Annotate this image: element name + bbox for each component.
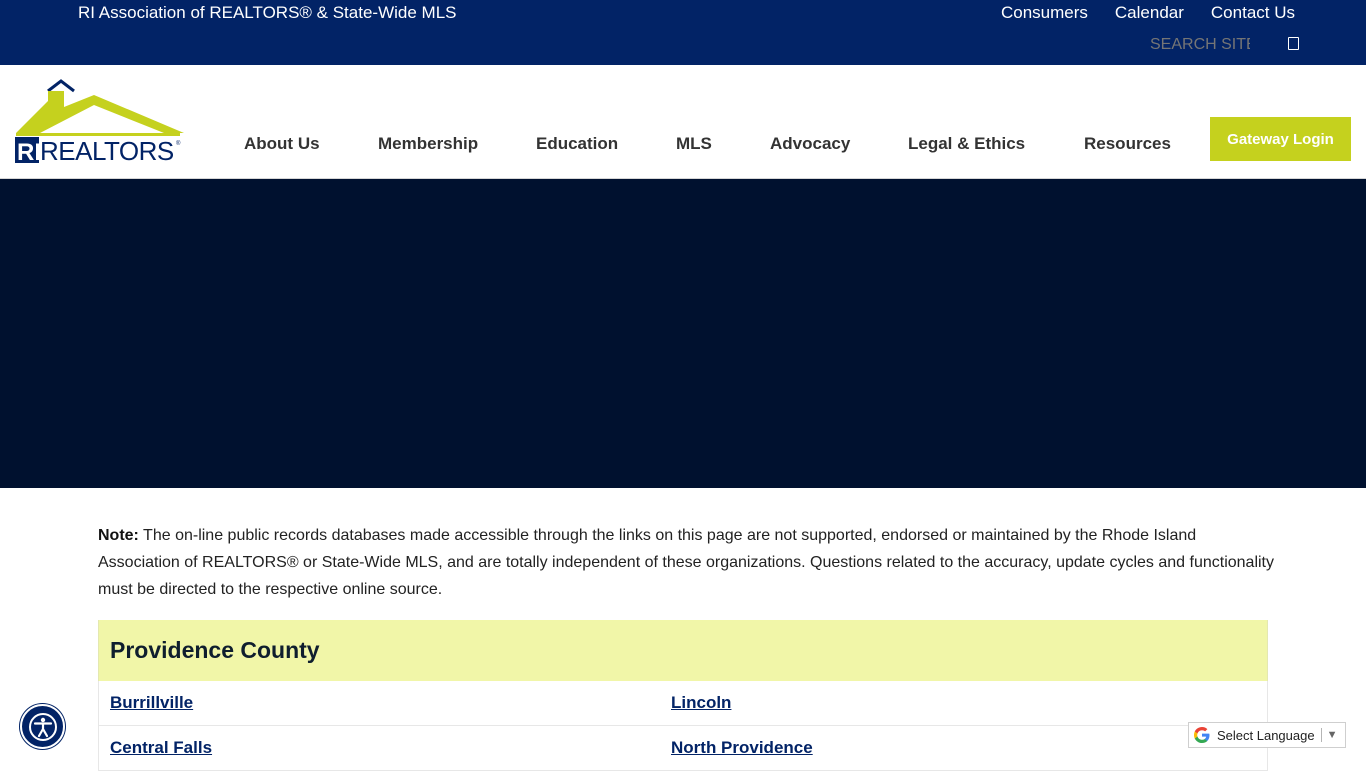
main-nav: About Us Membership Education MLS Advoca… <box>0 134 1366 154</box>
table-row: Burrillville Lincoln <box>98 681 1268 726</box>
county-title: Providence County <box>110 637 320 663</box>
consumers-link[interactable]: Consumers <box>1001 3 1088 23</box>
language-select[interactable]: Select Language ▼ <box>1188 722 1346 748</box>
nav-membership[interactable]: Membership <box>378 134 478 154</box>
google-icon <box>1194 727 1210 743</box>
org-name[interactable]: RI Association of REALTORS® & State-Wide… <box>78 3 456 23</box>
gateway-login-button[interactable]: Gateway Login <box>1210 117 1351 161</box>
county-table: Providence County Burrillville Lincoln C… <box>98 620 1268 771</box>
search-input[interactable] <box>1150 35 1250 55</box>
calendar-link[interactable]: Calendar <box>1115 3 1184 23</box>
accessibility-icon <box>28 712 57 741</box>
county-header: Providence County <box>98 620 1268 681</box>
accessibility-button[interactable] <box>20 704 65 749</box>
contact-us-link[interactable]: Contact Us <box>1211 3 1295 23</box>
nav-about-us[interactable]: About Us <box>244 134 320 154</box>
nav-mls[interactable]: MLS <box>676 134 712 154</box>
search-icon[interactable] <box>1288 37 1299 50</box>
hero-banner <box>0 179 1366 488</box>
table-row: Central Falls North Providence <box>98 726 1268 771</box>
town-link-lincoln[interactable]: Lincoln <box>671 693 731 713</box>
chevron-down-icon: ▼ <box>1326 729 1338 741</box>
house-roof-logo <box>47 79 75 93</box>
town-link-north-providence[interactable]: North Providence <box>671 738 813 758</box>
nav-legal-ethics[interactable]: Legal & Ethics <box>908 134 1025 154</box>
nav-resources[interactable]: Resources <box>1084 134 1171 154</box>
language-select-label: Select Language <box>1217 727 1315 743</box>
disclaimer-note: Note: The on-line public records databas… <box>98 522 1278 603</box>
town-link-burrillville[interactable]: Burrillville <box>110 693 193 713</box>
nav-education[interactable]: Education <box>536 134 618 154</box>
divider <box>1320 728 1322 742</box>
note-label: Note: <box>98 527 139 544</box>
nav-advocacy[interactable]: Advocacy <box>770 134 850 154</box>
main-header: RI REALTORS ® About Us Membership Educat… <box>0 65 1366 179</box>
town-link-central-falls[interactable]: Central Falls <box>110 738 212 758</box>
top-links: Consumers Calendar Contact Us <box>1001 3 1295 23</box>
top-bar: RI Association of REALTORS® & State-Wide… <box>0 0 1366 65</box>
note-text: The on-line public records databases mad… <box>98 527 1274 598</box>
